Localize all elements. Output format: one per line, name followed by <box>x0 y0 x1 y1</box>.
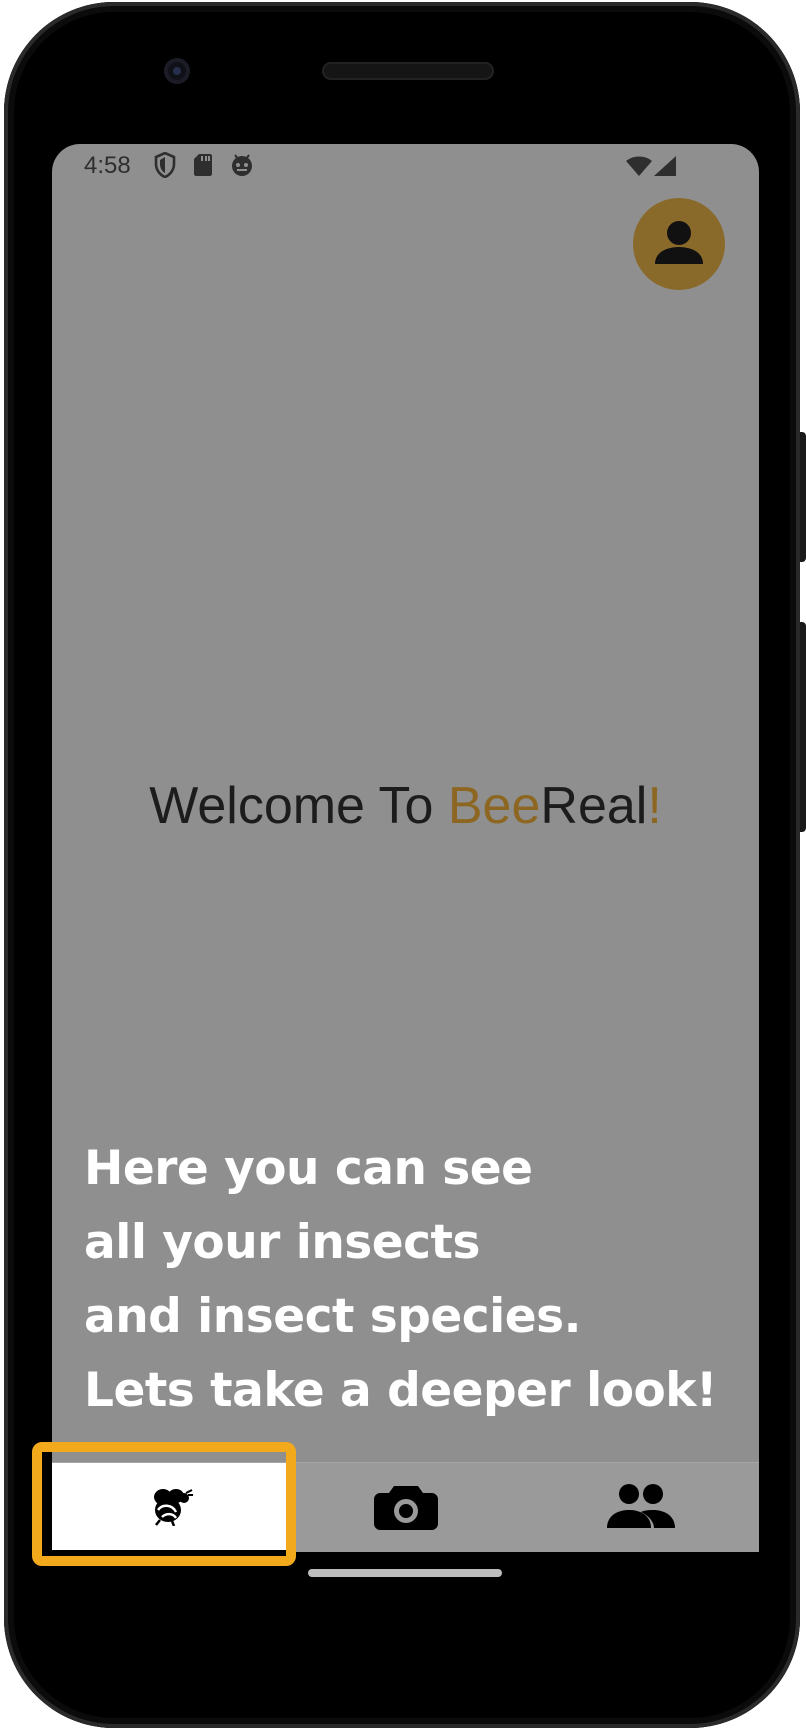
phone-frame: 4:58 Welcome To BeeReal! Here you can se… <box>4 2 806 1728</box>
info-message: Here you can see all your insects and in… <box>84 1132 717 1428</box>
people-icon <box>607 1482 676 1534</box>
info-line: all your insects <box>84 1215 480 1270</box>
power-button <box>800 432 806 562</box>
shield-icon <box>154 151 176 182</box>
info-line: Lets take a deeper look! <box>84 1363 717 1418</box>
sd-card-icon <box>194 154 212 180</box>
android-debug-icon <box>230 154 254 180</box>
welcome-text-bee: Bee <box>447 777 541 835</box>
person-icon <box>653 216 705 272</box>
welcome-text-exclamation: ! <box>647 777 662 835</box>
home-indicator[interactable] <box>308 1569 502 1577</box>
welcome-text-prefix: Welcome To <box>149 777 448 835</box>
earpiece-speaker <box>322 62 494 80</box>
profile-button[interactable] <box>633 198 725 290</box>
bottom-navigation <box>52 1462 759 1552</box>
nav-tab-insects[interactable] <box>52 1463 288 1552</box>
info-line: and insect species. <box>84 1289 581 1344</box>
cell-signal-icon <box>654 156 676 180</box>
camera-icon <box>373 1482 438 1534</box>
front-camera <box>164 58 190 84</box>
status-bar: 4:58 <box>52 144 759 188</box>
nav-tab-camera[interactable] <box>288 1463 524 1552</box>
status-time: 4:58 <box>84 152 131 179</box>
wifi-icon <box>626 156 652 180</box>
app-screen: 4:58 Welcome To BeeReal! Here you can se… <box>52 144 759 1552</box>
welcome-text-real: Real <box>540 777 648 835</box>
bee-icon <box>146 1486 194 1530</box>
info-line: Here you can see <box>84 1141 533 1196</box>
welcome-title: Welcome To BeeReal! <box>52 776 759 836</box>
volume-button <box>800 622 806 832</box>
nav-tab-community[interactable] <box>523 1463 759 1552</box>
